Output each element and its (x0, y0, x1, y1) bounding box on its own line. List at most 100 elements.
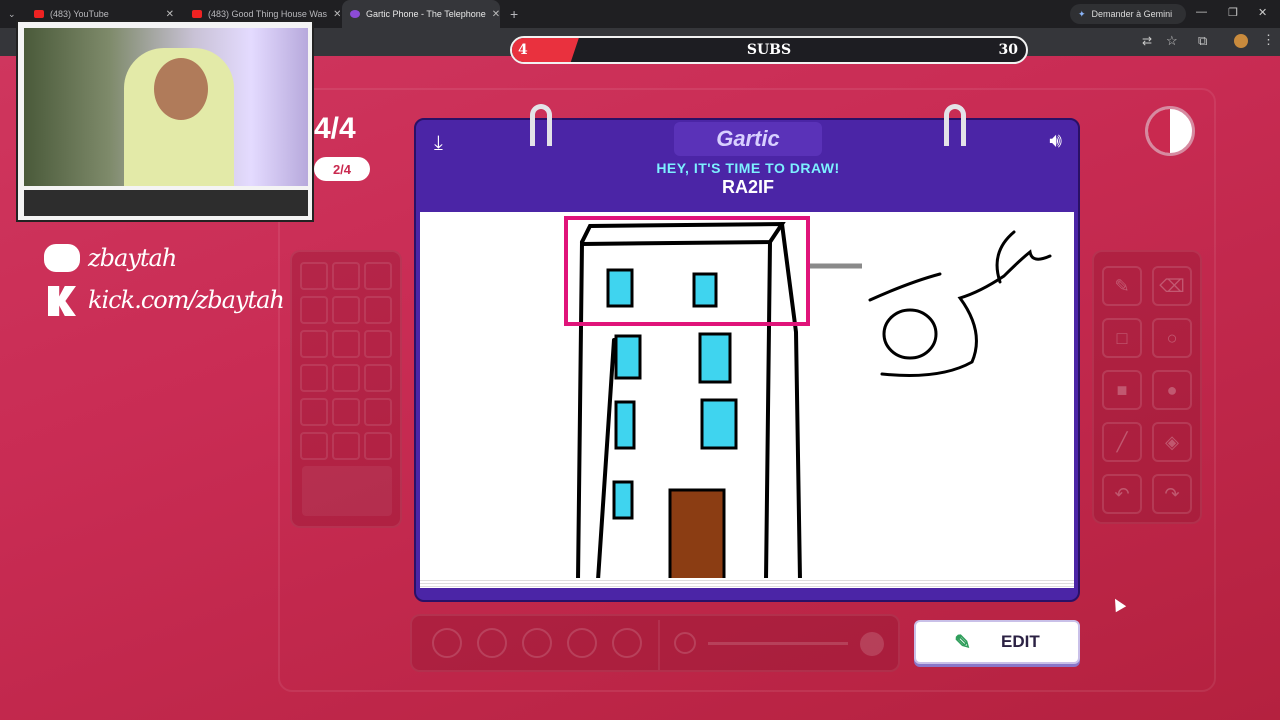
turn-badge: 2/4 (314, 157, 370, 181)
close-icon[interactable]: ✕ (492, 9, 500, 20)
avatar[interactable] (1234, 34, 1248, 48)
tools-panel: ✎ ⌫ □ ○ ■ ● ╱ ◈ ↶ ↷ (1092, 250, 1202, 524)
brush-size-2[interactable] (477, 628, 507, 658)
star-icon[interactable]: ☆ (1166, 33, 1178, 49)
pencil-tool[interactable]: ✎ (1102, 266, 1142, 306)
gemini-icon: ✦ (1078, 8, 1086, 19)
volume-icon[interactable]: 🔊︎ (1049, 130, 1062, 153)
album-slot (332, 262, 360, 290)
album-slot (364, 364, 392, 392)
brush-size-1[interactable] (432, 628, 462, 658)
selection-box (564, 216, 810, 326)
round-counter: 4/4 (314, 112, 356, 145)
album-slot (364, 432, 392, 460)
brush-controls (410, 614, 900, 672)
album-slot (332, 364, 360, 392)
draw-prompt: HEY, IT'S TIME TO DRAW! (656, 160, 840, 176)
gemini-button[interactable]: ✦ Demander à Gemini (1070, 4, 1186, 24)
album-slot (300, 262, 328, 290)
webcam-video (24, 28, 308, 186)
youtube-icon (192, 10, 202, 18)
door (668, 488, 726, 582)
scribble (868, 230, 1052, 377)
opacity-slider[interactable] (658, 620, 900, 670)
album-slot (300, 330, 328, 358)
album-panel (290, 250, 402, 528)
album-slot (300, 432, 328, 460)
binder-ring-left (530, 104, 552, 146)
paper-edges (420, 578, 1074, 588)
webcam-frame-strip (24, 190, 308, 216)
windows (606, 268, 738, 520)
streamer-face (154, 58, 208, 120)
slider-track[interactable] (708, 642, 848, 645)
slider-thumb[interactable] (860, 632, 884, 656)
tab-gartic[interactable]: Gartic Phone - The Telephone ✕ (342, 0, 500, 28)
chevron-down-icon: ⌄ (8, 8, 16, 19)
bucket-tool[interactable]: ◈ (1152, 422, 1192, 462)
subs-target: 30 (998, 42, 1018, 58)
rect-tool[interactable]: □ (1102, 318, 1142, 358)
kick-icon (48, 286, 76, 316)
undo-icon: ↶ (1114, 483, 1130, 504)
pencil-icon: ✎ (1114, 275, 1130, 296)
filled-ellipse-icon: ● (1166, 379, 1178, 400)
undo-button[interactable]: ↶ (1102, 474, 1142, 514)
ellipse-tool[interactable]: ○ (1152, 318, 1192, 358)
bucket-icon: ◈ (1165, 431, 1179, 452)
album-preview (302, 466, 392, 516)
brush-size-5[interactable] (612, 628, 642, 658)
ellipse-icon: ○ (1166, 327, 1178, 348)
album-slot (332, 432, 360, 460)
close-icon[interactable]: ✕ (333, 9, 340, 20)
album-slot (332, 398, 360, 426)
kick-handle: kick.com/zbaytah (88, 286, 285, 314)
new-tab-button[interactable]: + (502, 0, 522, 28)
album-slot (300, 296, 328, 324)
extensions-icon[interactable]: ⧉ (1198, 33, 1207, 49)
brush-size-4[interactable] (567, 628, 597, 658)
gartic-favicon-icon (350, 10, 360, 18)
rect-icon: □ (1116, 327, 1128, 348)
contrast-icon (1148, 109, 1170, 153)
album-slot (364, 296, 392, 324)
contrast-button[interactable] (1145, 106, 1195, 156)
line-tool[interactable]: ╱ (1102, 422, 1142, 462)
edit-pencil-icon: ✎ (954, 631, 972, 654)
close-window-icon[interactable]: ✕ (1258, 6, 1267, 19)
album-slot (364, 262, 392, 290)
discord-icon (44, 244, 80, 272)
download-icon[interactable]: ⤓ (434, 132, 443, 155)
restore-icon[interactable]: ❐ (1228, 6, 1238, 19)
youtube-icon (34, 10, 44, 18)
edit-button[interactable]: ✎ EDIT (914, 620, 1080, 664)
album-slot (300, 364, 328, 392)
redo-icon: ↷ (1164, 483, 1180, 504)
redo-button[interactable]: ↷ (1152, 474, 1192, 514)
menu-icon[interactable]: ⋮ (1262, 32, 1275, 48)
binder-ring-right (944, 104, 966, 146)
gartic-logo: Gartic (674, 122, 822, 156)
player-name: RA2IF (721, 177, 774, 197)
brush-size-3[interactable] (522, 628, 552, 658)
subs-label: SUBS (746, 42, 792, 58)
album-slot (332, 330, 360, 358)
album-slot (364, 398, 392, 426)
webcam-overlay (16, 20, 314, 222)
line-icon: ╱ (1116, 431, 1128, 452)
discord-handle: zbaytah (88, 244, 177, 272)
close-icon[interactable]: ✕ (166, 9, 174, 20)
album-slot (332, 296, 360, 324)
eraser-icon: ⌫ (1159, 275, 1185, 296)
minimize-icon[interactable]: — (1196, 6, 1207, 18)
drawing (564, 216, 1052, 582)
opacity-min-icon (674, 632, 696, 654)
translate-icon[interactable]: ⇄ (1142, 34, 1152, 48)
filled-rect-tool[interactable]: ■ (1102, 370, 1142, 410)
drawing-canvas[interactable] (420, 212, 1074, 582)
eraser-tool[interactable]: ⌫ (1152, 266, 1192, 306)
filled-rect-icon: ■ (1116, 379, 1128, 400)
subs-goal-bar: 4 SUBS 30 (510, 36, 1028, 64)
album-slot (300, 398, 328, 426)
filled-ellipse-tool[interactable]: ● (1152, 370, 1192, 410)
